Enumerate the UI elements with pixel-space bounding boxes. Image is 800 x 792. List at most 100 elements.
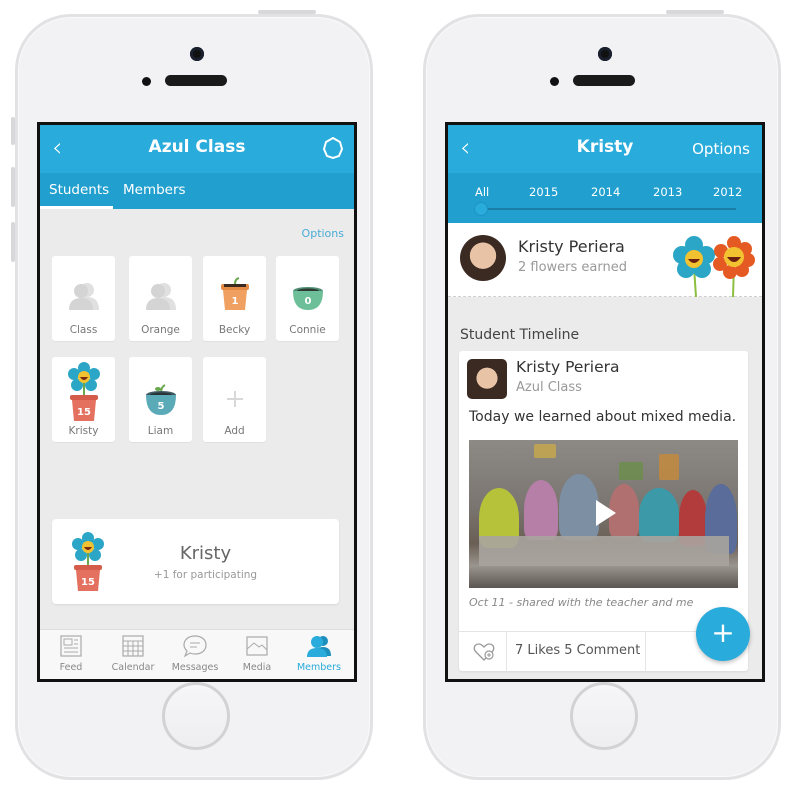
child (524, 480, 558, 540)
student-tile-liam[interactable]: 5 Liam (129, 357, 192, 442)
page-title: Azul Class (148, 137, 246, 157)
pot-count: 0 (304, 296, 311, 307)
child (639, 488, 679, 542)
tab-bar: Students Members (40, 173, 354, 209)
pot-count: 5 (157, 401, 164, 412)
notification-student-name: Kristy (179, 543, 232, 564)
play-icon[interactable] (596, 500, 616, 526)
active-tab-indicator (40, 206, 113, 209)
options-button[interactable]: Options (692, 140, 750, 158)
header-bar: ‹ Kristy Options (448, 125, 762, 173)
tabbar-item-members[interactable]: Members (288, 634, 350, 673)
year-2012[interactable]: 2012 (713, 185, 742, 199)
year-2014[interactable]: 2014 (591, 185, 620, 199)
child (559, 474, 599, 540)
tile-label: Kristy (68, 425, 99, 437)
student-tile-becky[interactable]: 1 Becky (203, 256, 266, 341)
flowers-illustration (673, 236, 755, 297)
tabbar-label: Feed (59, 662, 83, 673)
tile-label: Becky (218, 324, 251, 336)
likes-comments-count[interactable]: 7 Likes 5 Comment (515, 643, 640, 658)
earpiece-speaker (573, 75, 635, 86)
student-tile-kristy[interactable]: 15 Kristy (52, 357, 115, 442)
student-avatar (460, 235, 506, 281)
like-button[interactable] (459, 632, 507, 672)
wall-drawing (534, 444, 556, 458)
tile-label: Orange (141, 324, 180, 336)
earpiece-speaker (165, 75, 227, 86)
flowers-earned: 2 flowers earned (518, 260, 627, 275)
tabbar-label: Media (242, 662, 272, 673)
post-date: Oct 11 - shared with the teacher and me (469, 596, 694, 609)
author-avatar (467, 359, 507, 399)
student-tile-class[interactable]: Class (52, 256, 115, 341)
tile-label: Liam (147, 425, 174, 437)
sensor (142, 77, 151, 86)
tabbar-label: Messages (171, 662, 219, 673)
post-video[interactable] (469, 440, 738, 588)
screen-student-profile: ‹ Kristy Options All 2015 2014 2013 2012… (445, 122, 765, 682)
timeline-heading: Student Timeline (460, 327, 580, 343)
messages-icon (183, 635, 207, 658)
year-slider-track[interactable] (478, 208, 736, 210)
sprout-pot-icon: 5 (145, 384, 176, 415)
student-tile-connie[interactable]: 0 Connie (276, 256, 339, 341)
year-slider-handle[interactable] (474, 202, 488, 216)
add-post-button[interactable]: + (696, 607, 750, 661)
points-notification-card[interactable]: 15 Kristy +1 for participating (52, 519, 339, 604)
student-tile-orange[interactable]: Orange (129, 256, 192, 341)
pot-icon: 1 (220, 277, 249, 310)
add-student-tile[interactable]: Add (203, 357, 266, 442)
media-icon (246, 636, 268, 656)
sensor (550, 77, 559, 86)
members-icon (307, 636, 331, 657)
post-text: Today we learned about mixed media. (469, 409, 737, 425)
student-name: Kristy Periera (518, 237, 625, 256)
options-link[interactable]: Options (302, 227, 344, 240)
tabbar-item-media[interactable]: Media (226, 634, 288, 673)
plus-icon (226, 391, 243, 407)
student-profile-header: Kristy Periera 2 flowers earned (448, 223, 762, 297)
tabbar-label: Calendar (111, 662, 155, 673)
pot-icon: 0 (292, 287, 323, 310)
bottom-tab-bar: Feed Calendar Messages Media Members (40, 629, 354, 679)
front-camera (190, 47, 204, 61)
post-class: Azul Class (516, 380, 582, 395)
post-author: Kristy Periera (516, 358, 620, 376)
wall-drawing (619, 462, 643, 480)
feed-icon (60, 635, 82, 657)
year-all[interactable]: All (475, 185, 489, 199)
screen-class: ‹ Azul Class Students Members Options Cl… (37, 122, 357, 682)
tab-students[interactable]: Students (49, 182, 109, 198)
volume-up-button (11, 167, 15, 207)
year-2015[interactable]: 2015 (529, 185, 558, 199)
tab-members[interactable]: Members (123, 182, 186, 198)
tabbar-item-feed[interactable]: Feed (40, 634, 102, 673)
tabbar-item-calendar[interactable]: Calendar (102, 634, 164, 673)
year-2013[interactable]: 2013 (653, 185, 682, 199)
mute-switch (11, 117, 15, 145)
header-bar: ‹ Azul Class (40, 125, 354, 173)
craft-table (479, 536, 729, 566)
year-filter: All 2015 2014 2013 2012 (448, 173, 762, 223)
phone-right: ‹ Kristy Options All 2015 2014 2013 2012… (423, 10, 781, 780)
tabbar-item-messages[interactable]: Messages (164, 634, 226, 673)
power-button (666, 10, 724, 14)
home-button[interactable] (162, 682, 230, 750)
divider (645, 632, 646, 672)
tile-label: Add (224, 425, 245, 437)
gear-icon[interactable] (322, 137, 344, 159)
pot-count: 15 (77, 407, 91, 418)
heart-add-icon (473, 643, 495, 661)
flower-pot-icon: 15 (67, 362, 100, 421)
pot-count: 1 (231, 296, 238, 307)
group-icon (145, 283, 176, 310)
home-button[interactable] (570, 682, 638, 750)
tile-label: Class (69, 324, 98, 336)
notification-message: +1 for participating (153, 569, 258, 581)
front-camera (598, 47, 612, 61)
phone-left: ‹ Azul Class Students Members Options Cl… (11, 10, 373, 780)
tabbar-label: Members (296, 662, 342, 673)
calendar-icon (122, 635, 144, 657)
tile-label: Connie (289, 324, 326, 336)
